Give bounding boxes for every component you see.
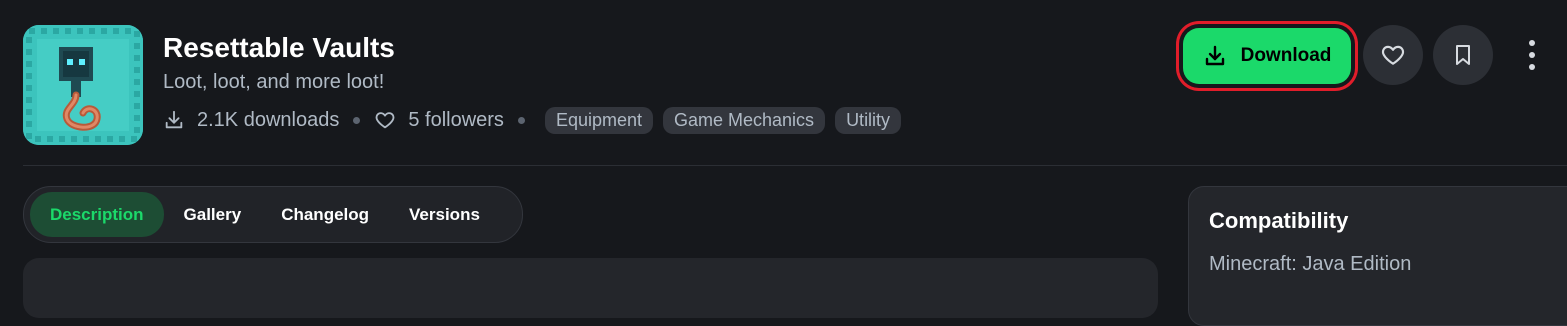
- tag-equipment[interactable]: Equipment: [544, 106, 653, 134]
- vault-key-icon: [23, 25, 143, 145]
- description-card: [23, 258, 1158, 318]
- project-tabs: Description Gallery Changelog Versions: [23, 186, 523, 243]
- tag-utility[interactable]: Utility: [835, 106, 902, 134]
- project-stats: 2.1K downloads 5 followers Equipment Gam…: [163, 106, 911, 134]
- more-vertical-icon: [1529, 40, 1535, 46]
- follow-button[interactable]: [1363, 25, 1423, 85]
- download-icon: [165, 110, 183, 129]
- bookmark-button[interactable]: [1433, 25, 1493, 85]
- heart-icon: [1381, 45, 1405, 65]
- compatibility-card: Compatibility Minecraft: Java Edition: [1188, 186, 1567, 326]
- more-vertical-icon: [1529, 64, 1535, 70]
- more-vertical-icon: [1529, 52, 1535, 58]
- separator-dot: [517, 116, 525, 124]
- followers-count: 5 followers: [408, 108, 504, 131]
- download-label: Download: [1240, 45, 1332, 66]
- followers-stat: 5 followers: [374, 109, 504, 132]
- download-button[interactable]: Download: [1183, 28, 1351, 84]
- compatibility-title: Compatibility: [1209, 208, 1349, 233]
- tag-game-mechanics[interactable]: Game Mechanics: [663, 106, 826, 134]
- header-divider: [23, 165, 1567, 166]
- bookmark-icon: [1456, 45, 1470, 65]
- project-tagline: Loot, loot, and more loot!: [163, 71, 385, 93]
- tab-gallery[interactable]: Gallery: [164, 192, 262, 237]
- tab-versions[interactable]: Versions: [389, 192, 500, 237]
- separator-dot: [353, 116, 361, 124]
- project-title: Resettable Vaults: [163, 32, 395, 63]
- downloads-stat: 2.1K downloads: [163, 109, 339, 132]
- project-icon: [23, 25, 143, 145]
- downloads-count: 2.1K downloads: [197, 108, 340, 131]
- download-icon: [1205, 45, 1224, 66]
- more-options-button[interactable]: [1520, 40, 1544, 70]
- compatibility-edition: Minecraft: Java Edition: [1209, 253, 1412, 275]
- tab-changelog[interactable]: Changelog: [261, 192, 389, 237]
- heart-icon: [375, 112, 395, 129]
- tab-description[interactable]: Description: [30, 192, 164, 237]
